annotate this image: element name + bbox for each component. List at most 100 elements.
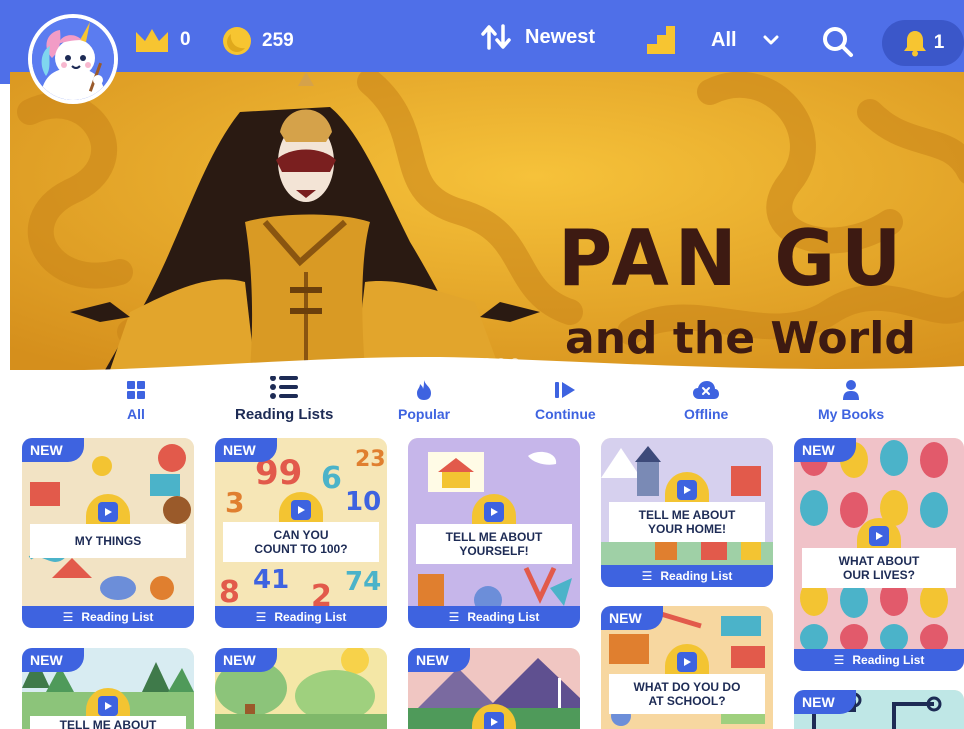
card-title: TELL ME ABOUT <box>30 716 186 729</box>
new-badge: NEW <box>215 438 277 462</box>
tab-my-books-label: My Books <box>818 406 885 422</box>
card-footer-label: Reading List <box>467 610 540 624</box>
card-footer: ☰ Reading List <box>408 606 580 628</box>
tab-offline-label: Offline <box>684 406 729 422</box>
chevron-down-icon <box>763 35 779 45</box>
new-badge: NEW <box>794 438 856 462</box>
svg-text:8: 8 <box>219 575 240 610</box>
profile-avatar[interactable] <box>28 14 118 104</box>
new-badge: NEW <box>408 648 470 672</box>
card-title-line: TELL ME ABOUT <box>638 508 736 522</box>
search-button[interactable] <box>822 26 854 58</box>
svg-text:23: 23 <box>355 447 386 472</box>
list-icon: ☰ <box>62 610 74 624</box>
crown-icon <box>136 29 168 52</box>
card-title-line: AT SCHOOL? <box>648 694 726 708</box>
reading-list-card-school[interactable]: NEW WHAT DO YOU DO AT SCHOOL? <box>601 606 773 729</box>
play-icon <box>491 718 498 726</box>
reading-list-card-nature[interactable]: NEW <box>215 648 387 729</box>
reading-list-card-our-lives[interactable]: NEW WHAT ABOUT OUR LIVES? ☰ Reading List <box>794 438 964 671</box>
carousel-dot-active[interactable] <box>469 358 477 366</box>
play-icon <box>491 508 498 516</box>
card-title-line: COUNT TO 100? <box>254 542 348 556</box>
coin-counter: 259 <box>222 26 294 56</box>
new-badge: NEW <box>601 606 663 630</box>
unicorn-avatar-icon <box>32 18 114 100</box>
crown-counter: 0 <box>134 26 191 54</box>
card-title: TELL ME ABOUT YOUR HOME! <box>609 502 765 542</box>
card-title-line: TELL ME ABOUT <box>59 718 157 729</box>
svg-text:6: 6 <box>321 461 342 496</box>
tab-offline[interactable]: Offline <box>684 378 728 422</box>
category-tabs: All Reading Lists Popular Continue Offli… <box>10 370 964 428</box>
reading-list-card-tell-me-about[interactable]: NEW TELL ME ABOUT <box>22 648 194 729</box>
sort-arrows-icon <box>481 24 511 50</box>
list-icon: ☰ <box>255 610 267 624</box>
carousel-dot[interactable] <box>511 358 519 366</box>
flame-icon <box>417 380 432 400</box>
list-icon: ☰ <box>448 610 460 624</box>
sort-label: Newest <box>525 25 596 48</box>
card-footer: ☰ Reading List <box>794 649 964 671</box>
notifications-button[interactable]: 1 <box>882 20 964 66</box>
tab-reading-lists-label: Reading Lists <box>235 406 334 423</box>
tab-popular-label: Popular <box>398 406 451 422</box>
play-icon <box>684 658 691 666</box>
card-title-line: WHAT DO YOU DO <box>633 680 741 694</box>
resume-icon <box>555 382 576 398</box>
reading-list-card-mountains[interactable]: NEW <box>408 648 580 729</box>
carousel-dots[interactable] <box>455 358 519 366</box>
svg-text:74: 74 <box>345 567 381 597</box>
new-badge: NEW <box>215 648 277 672</box>
tab-continue-label: Continue <box>535 406 596 422</box>
tab-popular[interactable]: Popular <box>398 378 450 422</box>
play-icon <box>876 532 883 540</box>
svg-text:10: 10 <box>345 487 381 517</box>
card-title: TELL ME ABOUT YOURSELF! <box>416 524 572 564</box>
reading-list-card-my-things[interactable]: NEW MY THINGS ☰ Reading List <box>22 438 194 628</box>
notification-count: 1 <box>933 32 945 53</box>
reading-list-card-count-to-100[interactable]: 99 6 23 3 10 8 41 2 74 NEW CAN YOU COUNT… <box>215 438 387 628</box>
card-footer-label: Reading List <box>852 653 925 667</box>
svg-text:3: 3 <box>225 486 244 519</box>
reading-list-card-circuits[interactable]: NEW <box>794 690 964 729</box>
coin-icon <box>223 27 251 55</box>
card-title-line: WHAT ABOUT <box>838 554 920 568</box>
carousel-dot[interactable] <box>455 358 463 366</box>
tab-continue[interactable]: Continue <box>535 378 596 422</box>
carousel-dot[interactable] <box>483 358 491 366</box>
card-title: CAN YOU COUNT TO 100? <box>223 522 379 562</box>
card-title-line: TELL ME ABOUT <box>445 530 543 544</box>
card-footer: ☰ Reading List <box>215 606 387 628</box>
svg-text:41: 41 <box>253 565 289 595</box>
card-footer: ☰ Reading List <box>22 606 194 628</box>
play-icon <box>298 506 305 514</box>
person-icon <box>843 380 860 400</box>
card-title-line: MY THINGS <box>74 534 142 548</box>
card-title-line: CAN YOU <box>273 528 329 542</box>
tab-all[interactable]: All <box>126 378 146 422</box>
sort-button[interactable]: Newest <box>481 24 595 50</box>
card-title-line: YOURSELF! <box>459 544 529 558</box>
tab-my-books[interactable]: My Books <box>818 378 884 422</box>
tab-all-label: All <box>127 406 145 422</box>
stairs-icon <box>647 26 675 54</box>
search-icon <box>823 27 853 57</box>
card-title: WHAT DO YOU DO AT SCHOOL? <box>609 674 765 714</box>
new-badge: NEW <box>794 690 856 714</box>
card-footer-label: Reading List <box>81 610 154 624</box>
tab-reading-lists[interactable]: Reading Lists <box>235 372 333 423</box>
new-badge: NEW <box>22 438 84 462</box>
card-footer-label: Reading List <box>660 569 733 583</box>
reading-list-card-about-yourself[interactable]: TELL ME ABOUT YOURSELF! ☰ Reading List <box>408 438 580 628</box>
hero-banner[interactable]: PAN GU and the World <box>10 72 964 370</box>
grid-icon <box>127 381 145 399</box>
level-filter-button[interactable]: All <box>645 24 779 56</box>
play-icon <box>684 486 691 494</box>
list-icon <box>270 375 299 399</box>
card-footer: ☰ Reading List <box>601 565 773 587</box>
carousel-dot[interactable] <box>497 358 505 366</box>
coin-count: 259 <box>262 30 294 51</box>
reading-list-card-your-home[interactable]: TELL ME ABOUT YOUR HOME! ☰ Reading List <box>601 438 773 587</box>
list-icon: ☰ <box>833 653 845 667</box>
